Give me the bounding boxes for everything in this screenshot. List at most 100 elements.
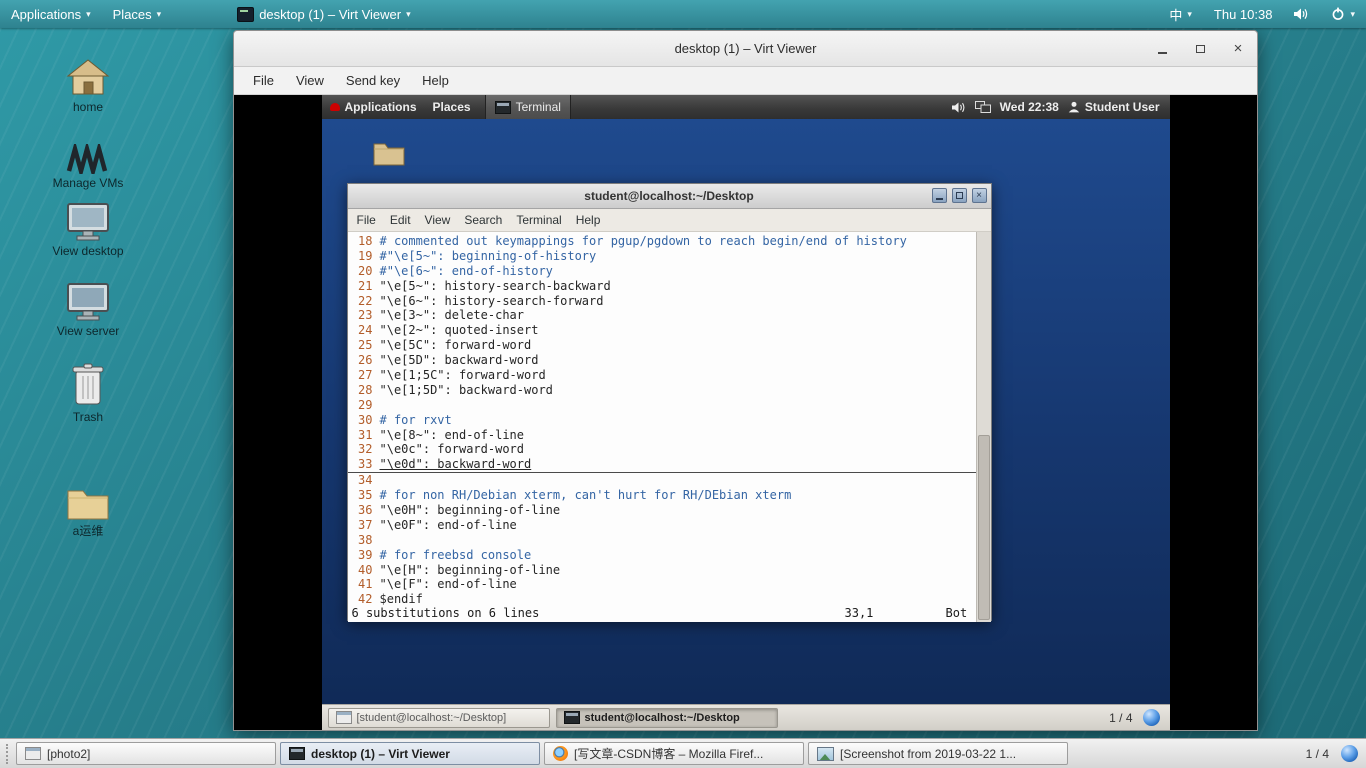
guest-workspace-pager[interactable]: 1 / 4 bbox=[1109, 711, 1132, 725]
taskbar-item-firefox[interactable]: [写文章-CSDN博客 – Mozilla Firef... bbox=[544, 742, 804, 765]
host-taskbar: [photo2] desktop (1) – Virt Viewer [写文章-… bbox=[0, 738, 1366, 768]
maximize-icon bbox=[1196, 45, 1205, 53]
line-number: 30 bbox=[348, 413, 373, 428]
virt-viewer-titlebar[interactable]: desktop (1) – Virt Viewer × bbox=[234, 31, 1257, 67]
menu-view[interactable]: View bbox=[423, 213, 453, 227]
line-text: "\e[5D": backward-word bbox=[380, 353, 539, 368]
taskbar-item-screenshot[interactable]: [Screenshot from 2019-03-22 1... bbox=[808, 742, 1068, 765]
speaker-icon[interactable] bbox=[952, 102, 966, 113]
host-applications-menu[interactable]: Applications ▾ bbox=[0, 0, 102, 28]
guest-user-menu[interactable]: Student User bbox=[1068, 100, 1160, 114]
line-text: # for freebsd console bbox=[380, 548, 532, 563]
menu-terminal[interactable]: Terminal bbox=[514, 213, 563, 227]
host-workspace-pager[interactable]: 1 / 4 bbox=[1306, 747, 1329, 761]
host-clock[interactable]: Thu 10:38 bbox=[1203, 0, 1284, 28]
line-text: "\e[6~": history-search-forward bbox=[380, 294, 604, 309]
desktop-icon-view-desktop[interactable]: View desktop bbox=[46, 196, 130, 258]
line-text: "\e0H": beginning-of-line bbox=[380, 503, 561, 518]
line-number: 23 bbox=[348, 308, 373, 323]
guest-taskbar-item[interactable]: [student@localhost:~/Desktop] bbox=[328, 708, 550, 728]
host-window-applet[interactable]: desktop (1) – Virt Viewer ▾ bbox=[226, 0, 421, 28]
line-text: # for rxvt bbox=[380, 413, 452, 428]
terminal-line: 39# for freebsd console bbox=[348, 548, 977, 563]
maximize-button[interactable] bbox=[1191, 40, 1209, 58]
taskbar-item-label: [写文章-CSDN博客 – Mozilla Firef... bbox=[574, 745, 763, 762]
guest-taskbar-item-active[interactable]: student@localhost:~/Desktop bbox=[556, 708, 778, 728]
menu-edit[interactable]: Edit bbox=[388, 213, 413, 227]
terminal-scrollbar[interactable] bbox=[976, 232, 991, 622]
close-button[interactable]: × bbox=[1229, 40, 1247, 58]
guest-display-area: Applications Places Terminal bbox=[234, 95, 1257, 730]
chevron-down-icon: ▾ bbox=[86, 9, 91, 20]
desktop-icon-home[interactable]: home bbox=[46, 52, 130, 114]
workspace-sphere-icon[interactable] bbox=[1143, 709, 1160, 726]
line-text: #"\e[5~": beginning-of-history bbox=[380, 249, 597, 264]
chevron-down-icon: ▾ bbox=[1187, 9, 1192, 20]
vim-scroll-position: Bot bbox=[946, 606, 968, 621]
line-number: 24 bbox=[348, 323, 373, 338]
guest-places-menu[interactable]: Places bbox=[425, 95, 479, 119]
host-places-menu[interactable]: Places ▾ bbox=[102, 0, 173, 28]
desktop-icon-manage-vms[interactable]: Manage VMs bbox=[46, 128, 130, 190]
chevron-down-icon: ▾ bbox=[157, 9, 162, 20]
line-number: 26 bbox=[348, 353, 373, 368]
host-power-menu[interactable]: ▾ bbox=[1320, 0, 1366, 28]
close-button[interactable]: × bbox=[972, 188, 987, 203]
maximize-button[interactable] bbox=[952, 188, 967, 203]
terminal-title: student@localhost:~/Desktop bbox=[348, 184, 991, 208]
host-volume-button[interactable] bbox=[1283, 0, 1320, 28]
terminal-titlebar[interactable]: student@localhost:~/Desktop × bbox=[348, 184, 991, 209]
taskbar-handle[interactable] bbox=[6, 744, 12, 764]
guest-desktop: student@localhost:~/Desktop × File Edit … bbox=[322, 119, 1170, 704]
guest-home-folder-icon[interactable] bbox=[372, 139, 406, 170]
chevron-down-icon: ▾ bbox=[1350, 9, 1355, 20]
menu-search[interactable]: Search bbox=[462, 213, 504, 227]
menu-send-key[interactable]: Send key bbox=[346, 73, 400, 88]
close-icon: × bbox=[1234, 41, 1243, 56]
screen: Applications ▾ Places ▾ desktop (1) – Vi… bbox=[0, 0, 1366, 768]
desktop-icon-trash[interactable]: Trash bbox=[46, 362, 130, 424]
terminal-line: 21"\e[5~": history-search-backward bbox=[348, 279, 977, 294]
desktop-icon-view-server[interactable]: View server bbox=[46, 276, 130, 338]
menu-file[interactable]: File bbox=[253, 73, 274, 88]
line-text: "\e[5~": history-search-backward bbox=[380, 279, 611, 294]
taskbar-item-label: [Screenshot from 2019-03-22 1... bbox=[840, 747, 1016, 761]
line-text: # commented out keymappings for pgup/pgd… bbox=[380, 234, 907, 249]
guest-applications-menu[interactable]: Applications bbox=[322, 95, 425, 119]
virt-manager-icon bbox=[66, 144, 110, 174]
displays-icon[interactable] bbox=[975, 101, 991, 113]
line-number: 33 bbox=[348, 457, 373, 472]
vim-status-message: 6 substitutions on 6 lines bbox=[352, 606, 540, 621]
line-number: 35 bbox=[348, 488, 373, 503]
input-method-indicator[interactable]: 中 ▾ bbox=[1158, 0, 1203, 28]
guest-bottom-panel: [student@localhost:~/Desktop] student@lo… bbox=[322, 704, 1170, 730]
host-window-applet-label: desktop (1) – Virt Viewer bbox=[259, 7, 401, 22]
virt-viewer-icon bbox=[237, 7, 254, 22]
line-text: "\e[1;5D": backward-word bbox=[380, 383, 553, 398]
menu-file[interactable]: File bbox=[355, 213, 378, 227]
menu-view[interactable]: View bbox=[296, 73, 324, 88]
desktop-icon-label: View server bbox=[46, 325, 130, 338]
menu-help[interactable]: Help bbox=[422, 73, 449, 88]
line-number: 29 bbox=[348, 398, 373, 413]
menu-help[interactable]: Help bbox=[574, 213, 603, 227]
desktop-icon-label: a运维 bbox=[46, 525, 130, 538]
guest-places-label: Places bbox=[433, 100, 471, 114]
minimize-button[interactable] bbox=[1153, 40, 1171, 58]
guest-taskbar-item-label: student@localhost:~/Desktop bbox=[585, 712, 740, 724]
taskbar-item-virt-viewer[interactable]: desktop (1) – Virt Viewer bbox=[280, 742, 540, 765]
taskbar-item-photo2[interactable]: [photo2] bbox=[16, 742, 276, 765]
guest-clock[interactable]: Wed 22:38 bbox=[1000, 100, 1059, 114]
line-text: "\e0F": end-of-line bbox=[380, 518, 517, 533]
line-number: 22 bbox=[348, 294, 373, 309]
minimize-button[interactable] bbox=[932, 188, 947, 203]
line-text: # for non RH/Debian xterm, can't hurt fo… bbox=[380, 488, 792, 503]
terminal-line: 28"\e[1;5D": backward-word bbox=[348, 383, 977, 398]
guest-terminal-app-button[interactable]: Terminal bbox=[485, 95, 571, 119]
workspace-sphere-icon[interactable] bbox=[1341, 745, 1358, 762]
desktop-icon-ops-folder[interactable]: a运维 bbox=[46, 476, 130, 538]
scrollbar-thumb[interactable] bbox=[978, 435, 990, 620]
minimize-icon bbox=[936, 192, 943, 200]
desktop-icon-label: View desktop bbox=[46, 245, 130, 258]
line-text: "\e[F": end-of-line bbox=[380, 577, 517, 592]
